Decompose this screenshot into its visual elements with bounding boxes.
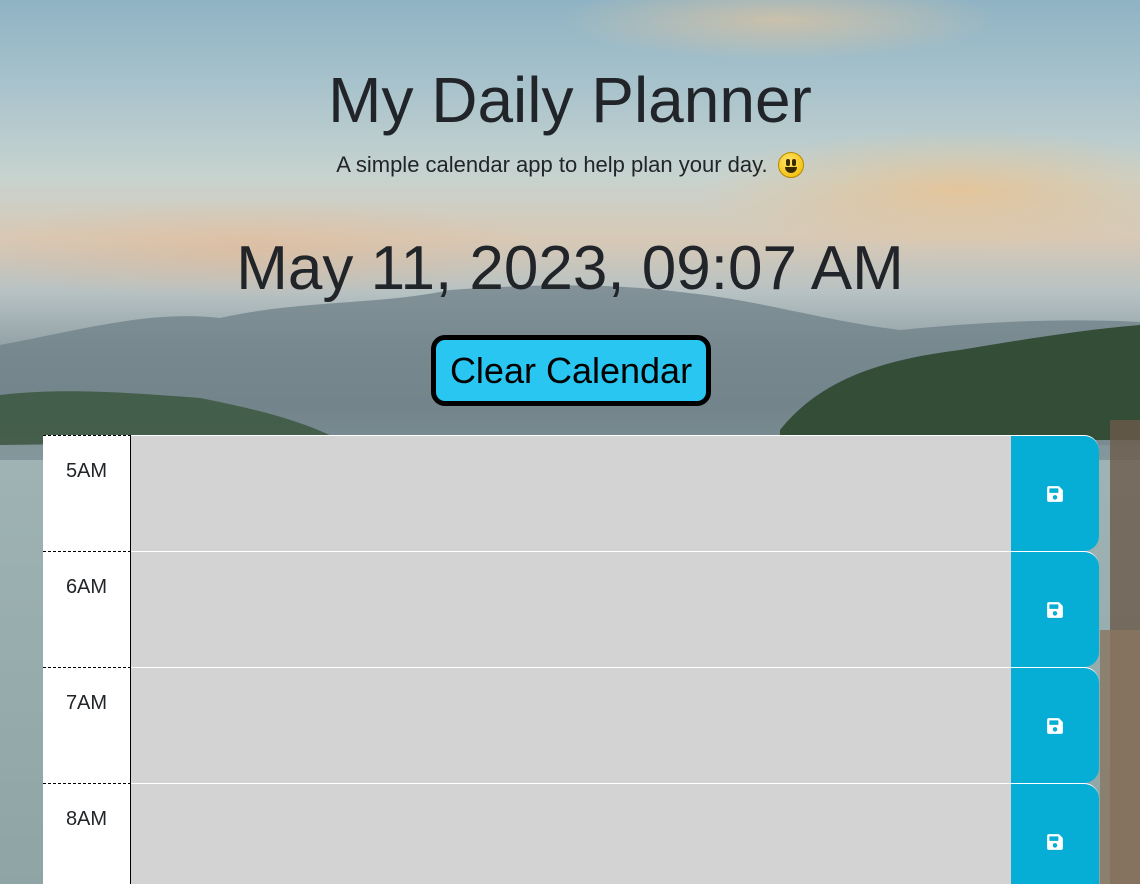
save-button[interactable] <box>1011 783 1099 884</box>
save-button[interactable] <box>1011 435 1099 551</box>
save-icon <box>1047 717 1063 734</box>
time-block-list: 5AM 6AM 7AM 8AM <box>43 435 1099 884</box>
save-button[interactable] <box>1011 667 1099 783</box>
save-icon <box>1047 601 1063 618</box>
clear-calendar-button[interactable]: Clear Calendar <box>431 335 711 406</box>
task-description-input[interactable] <box>131 783 1011 884</box>
save-button[interactable] <box>1011 551 1099 667</box>
hour-label: 6AM <box>43 551 131 667</box>
current-date-time: May 11, 2023, 09:07 AM <box>236 234 904 303</box>
task-description-input[interactable] <box>131 667 1011 783</box>
page-subtitle: A simple calendar app to help plan your … <box>0 150 1140 180</box>
time-block: 5AM <box>43 435 1099 551</box>
smiley-emoji-icon <box>777 152 804 178</box>
hour-label: 7AM <box>43 667 131 783</box>
task-description-input[interactable] <box>131 435 1011 551</box>
time-block: 8AM <box>43 783 1099 884</box>
task-description-input[interactable] <box>131 551 1011 667</box>
hour-label: 8AM <box>43 783 131 884</box>
subtitle-text: A simple calendar app to help plan your … <box>336 152 768 177</box>
hour-label: 5AM <box>43 435 131 551</box>
save-icon <box>1047 485 1063 502</box>
save-icon <box>1047 833 1063 850</box>
time-block: 6AM <box>43 551 1099 667</box>
time-block: 7AM <box>43 667 1099 783</box>
page-title: My Daily Planner <box>328 64 812 136</box>
